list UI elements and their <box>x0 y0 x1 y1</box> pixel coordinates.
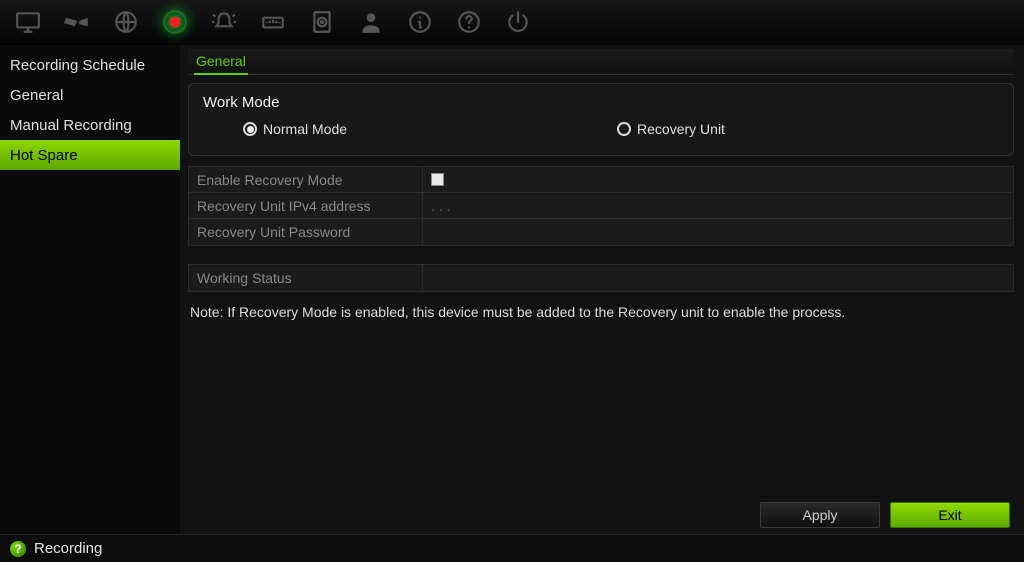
button-label: Exit <box>938 507 961 523</box>
tab-row: General <box>188 49 1014 75</box>
radio-recovery-unit[interactable]: Recovery Unit <box>617 121 725 137</box>
note-text: Note: If Recovery Mode is enabled, this … <box>188 304 1014 320</box>
row-ipv4: Recovery Unit IPv4 address . . . <box>189 193 1013 219</box>
button-label: Apply <box>802 507 837 523</box>
radio-dot-icon <box>617 122 631 136</box>
sidebar-item-label: General <box>10 87 63 104</box>
top-toolbar <box>0 0 1024 45</box>
record-icon[interactable] <box>157 5 192 40</box>
work-mode-title: Work Mode <box>203 94 999 111</box>
tab-label: General <box>196 53 246 69</box>
sidebar-item-label: Manual Recording <box>10 117 132 134</box>
sidebar-item-label: Recording Schedule <box>10 57 145 74</box>
sidebar: Recording Schedule General Manual Record… <box>0 45 180 534</box>
speed-icon[interactable] <box>255 5 290 40</box>
enable-recovery-checkbox[interactable] <box>431 173 444 186</box>
field-label: Recovery Unit IPv4 address <box>189 193 423 218</box>
status-bar: ? Recording <box>0 534 1024 562</box>
sidebar-item-manual-recording[interactable]: Manual Recording <box>0 110 180 140</box>
row-enable-recovery: Enable Recovery Mode <box>189 167 1013 193</box>
recovery-settings-grid: Enable Recovery Mode Recovery Unit IPv4 … <box>188 166 1014 246</box>
question-icon[interactable] <box>451 5 486 40</box>
field-label: Enable Recovery Mode <box>189 167 423 192</box>
apply-button[interactable]: Apply <box>760 502 880 528</box>
monitor-icon[interactable] <box>10 5 45 40</box>
work-mode-panel: Work Mode Normal Mode Recovery Unit <box>188 83 1014 156</box>
field-value: . . . <box>431 198 450 214</box>
password-input[interactable] <box>423 219 1013 245</box>
disk-icon[interactable] <box>304 5 339 40</box>
tab-general[interactable]: General <box>194 49 248 75</box>
row-password: Recovery Unit Password <box>189 219 1013 245</box>
ipv4-input[interactable]: . . . <box>423 193 1013 218</box>
content-area: General Work Mode Normal Mode Recovery U… <box>180 45 1024 534</box>
radio-label: Normal Mode <box>263 121 347 137</box>
sidebar-item-label: Hot Spare <box>10 147 78 164</box>
field-label: Recovery Unit Password <box>189 219 423 245</box>
radio-normal-mode[interactable]: Normal Mode <box>243 121 347 137</box>
row-working-status: Working Status <box>189 265 1013 291</box>
field-label: Working Status <box>189 265 423 291</box>
working-status-value <box>423 265 1013 291</box>
sidebar-item-recording-schedule[interactable]: Recording Schedule <box>0 50 180 80</box>
sidebar-item-general[interactable]: General <box>0 80 180 110</box>
status-label: Recording <box>34 540 102 557</box>
alarm-icon[interactable] <box>206 5 241 40</box>
globe-icon[interactable] <box>108 5 143 40</box>
radio-label: Recovery Unit <box>637 121 725 137</box>
exit-button[interactable]: Exit <box>890 502 1010 528</box>
help-icon[interactable]: ? <box>10 541 26 557</box>
sidebar-item-hot-spare[interactable]: Hot Spare <box>0 140 180 170</box>
info-icon[interactable] <box>402 5 437 40</box>
camera-icon[interactable] <box>59 5 94 40</box>
working-status-grid: Working Status <box>188 264 1014 292</box>
button-bar: Apply Exit <box>188 496 1014 534</box>
radio-dot-icon <box>243 122 257 136</box>
user-icon[interactable] <box>353 5 388 40</box>
power-icon[interactable] <box>500 5 535 40</box>
